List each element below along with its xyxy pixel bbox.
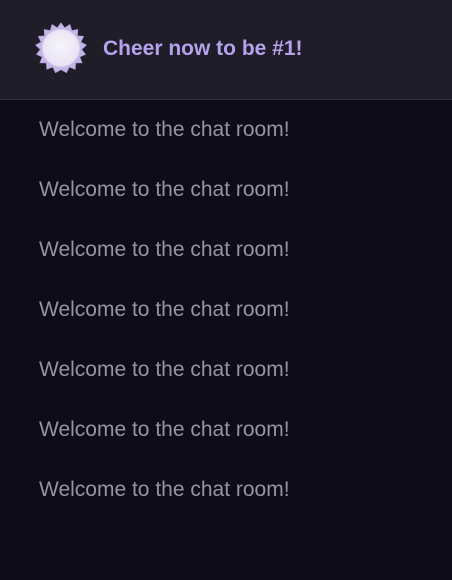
chat-message-list: Welcome to the chat room! Welcome to the… xyxy=(0,100,452,580)
cheer-prompt[interactable]: Cheer now to be #1! xyxy=(103,36,303,62)
chat-message: Welcome to the chat room! xyxy=(39,178,290,201)
chat-message: Welcome to the chat room! xyxy=(39,298,290,321)
chat-message: Welcome to the chat room! xyxy=(39,358,290,381)
chat-message: Welcome to the chat room! xyxy=(39,118,290,141)
badge-icon[interactable] xyxy=(31,19,91,79)
badge-inner-circle xyxy=(42,29,80,67)
chat-message: Welcome to the chat room! xyxy=(39,238,290,261)
chat-message: Welcome to the chat room! xyxy=(39,418,290,441)
cheer-banner[interactable]: Cheer now to be #1! xyxy=(0,0,452,100)
chat-message: Welcome to the chat room! xyxy=(39,478,290,501)
